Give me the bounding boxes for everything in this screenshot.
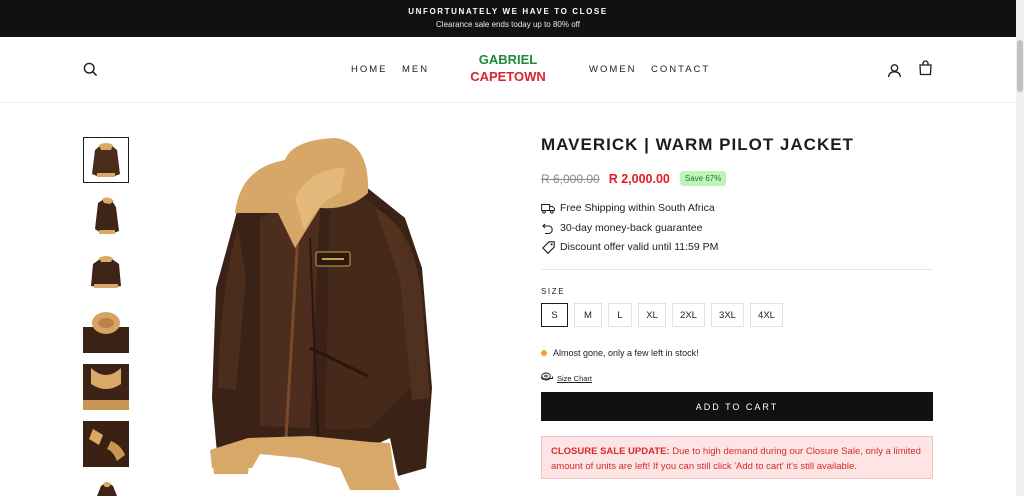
size-option-xl[interactable]: XL <box>638 303 666 327</box>
logo-line1: GABRIEL <box>478 52 538 67</box>
stock-dot-icon <box>541 350 547 356</box>
size-chart-row: Size Chart <box>541 372 592 384</box>
size-chart-link[interactable]: Size Chart <box>557 374 592 383</box>
search-icon[interactable] <box>79 58 101 80</box>
account-icon[interactable] <box>883 59 905 81</box>
original-price: R 6,000.00 <box>541 171 600 186</box>
size-options: S M L XL 2XL 3XL 4XL <box>541 303 783 327</box>
perk-guarantee-text: 30-day money-back guarantee <box>560 222 703 234</box>
thumbnail-2[interactable] <box>83 193 129 239</box>
perk-discount-text: Discount offer valid until 11:59 PM <box>560 241 719 253</box>
size-option-2xl[interactable]: 2XL <box>672 303 705 327</box>
nav-contact[interactable]: CONTACT <box>651 64 710 75</box>
cart-icon[interactable] <box>914 57 936 79</box>
add-to-cart-button[interactable]: ADD TO CART <box>541 392 933 421</box>
price-row: R 6,000.00 R 2,000.00 Save 67% <box>541 171 727 186</box>
perk-shipping-text: Free Shipping within South Africa <box>560 202 715 214</box>
perk-shipping: Free Shipping within South Africa <box>541 202 715 214</box>
thumbnail-1[interactable] <box>83 137 129 183</box>
thumbnail-4[interactable] <box>83 307 129 353</box>
thumbnail-7[interactable] <box>83 478 129 496</box>
size-option-m[interactable]: M <box>574 303 602 327</box>
announcement-bar: UNFORTUNATELY WE HAVE TO CLOSE Clearance… <box>0 0 1016 37</box>
scrollbar-thumb[interactable] <box>1017 40 1023 92</box>
size-option-4xl[interactable]: 4XL <box>750 303 783 327</box>
size-label: SIZE <box>541 287 566 296</box>
nav-women[interactable]: WOMEN <box>589 64 636 75</box>
logo-line2: CAPETOWN <box>470 69 546 84</box>
announcement-title: UNFORTUNATELY WE HAVE TO CLOSE <box>408 7 608 16</box>
ruler-icon <box>541 372 553 384</box>
notice-heading: CLOSURE SALE UPDATE: <box>551 446 670 457</box>
tag-icon <box>541 240 555 254</box>
perk-discount: Discount offer valid until 11:59 PM <box>541 240 719 254</box>
product-title: MAVERICK | WARM PILOT JACKET <box>541 135 854 154</box>
nav-home[interactable]: HOME <box>351 64 388 75</box>
divider <box>541 269 933 270</box>
scrollbar[interactable] <box>1016 0 1024 496</box>
size-option-s[interactable]: S <box>541 303 568 327</box>
size-option-l[interactable]: L <box>608 303 632 327</box>
thumbnail-3[interactable] <box>83 250 129 296</box>
perk-guarantee: 30-day money-back guarantee <box>541 222 702 234</box>
size-option-3xl[interactable]: 3XL <box>711 303 744 327</box>
announcement-subtitle: Clearance sale ends today up to 80% off <box>436 20 580 29</box>
nav-men[interactable]: MEN <box>402 64 429 75</box>
sale-price: R 2,000.00 <box>608 171 670 186</box>
site-logo[interactable]: GABRIEL CAPETOWN <box>466 51 550 85</box>
closure-sale-notice: CLOSURE SALE UPDATE: Due to high demand … <box>541 436 933 479</box>
stock-status: Almost gone, only a few left in stock! <box>541 348 699 358</box>
stock-text: Almost gone, only a few left in stock! <box>553 348 699 358</box>
truck-icon <box>541 202 555 214</box>
return-icon <box>541 222 555 234</box>
thumbnail-5[interactable] <box>83 364 129 410</box>
product-main-image[interactable] <box>200 138 445 496</box>
save-badge: Save 67% <box>679 171 727 186</box>
thumbnail-6[interactable] <box>83 421 129 467</box>
site-header: HOME MEN WOMEN CONTACT GABRIEL CAPETOWN <box>0 37 1016 103</box>
